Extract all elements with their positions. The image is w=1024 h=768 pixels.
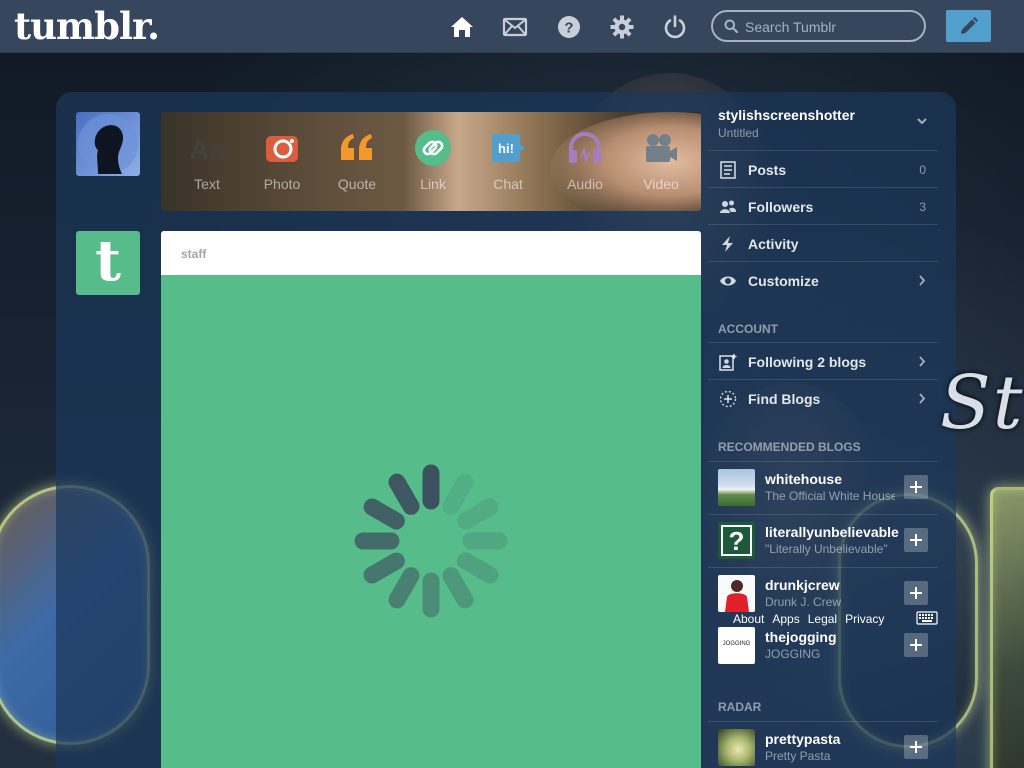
- follow-plus-button[interactable]: [904, 528, 928, 552]
- tumblr-t-logo: t: [95, 228, 121, 294]
- recommended-blog-item[interactable]: JOGGING thejogging JOGGING: [708, 620, 938, 672]
- user-avatar[interactable]: [76, 112, 140, 176]
- background-letter-r: [990, 487, 1024, 768]
- follow-plus-button[interactable]: [904, 633, 928, 657]
- recommended-section-title: RECOMMENDED BLOGS: [718, 440, 861, 454]
- silhouette-icon: [78, 114, 138, 174]
- chevron-right-icon: [919, 356, 926, 367]
- post-type-video[interactable]: Video: [623, 112, 699, 211]
- find-blogs-icon: [719, 390, 737, 408]
- svg-text:hi!: hi!: [498, 141, 514, 156]
- sidebar-item-posts[interactable]: Posts 0: [708, 150, 938, 187]
- post-type-link[interactable]: Link: [395, 112, 471, 211]
- footer-link-apps[interactable]: Apps: [772, 612, 799, 626]
- svg-text:?: ?: [729, 526, 745, 556]
- sidebar: stylishscreenshotter Untitled Posts 0 Fo…: [708, 92, 938, 768]
- tumblr-logo[interactable]: tumblr.: [14, 4, 160, 48]
- blog-name: stylishscreenshotter: [718, 107, 855, 123]
- posts-icon: [720, 161, 736, 179]
- eye-icon: [720, 276, 736, 286]
- blog-avatar: JOGGING: [718, 627, 755, 664]
- sidebar-item-customize[interactable]: Customize: [708, 261, 938, 298]
- compose-button[interactable]: [946, 10, 991, 42]
- blog-title: Untitled: [718, 126, 759, 140]
- settings-icon[interactable]: [609, 14, 635, 40]
- chevron-down-icon: [917, 118, 927, 125]
- post-type-text[interactable]: Aa Text: [169, 112, 245, 211]
- followers-icon: [720, 200, 736, 213]
- svg-text:Aa: Aa: [189, 134, 225, 165]
- text-icon: Aa: [189, 134, 225, 165]
- top-navigation: tumblr. ?: [0, 0, 1024, 53]
- blog-avatar: ?: [718, 522, 755, 559]
- radar-section-title: RADAR: [718, 700, 762, 714]
- post-type-audio[interactable]: Audio: [547, 112, 623, 211]
- post-type-chat[interactable]: hi! Chat: [470, 112, 546, 211]
- post-type-photo[interactable]: Photo: [244, 112, 320, 211]
- footer-links: About Apps Legal Privacy: [733, 612, 903, 626]
- logout-icon[interactable]: [662, 14, 688, 40]
- sidebar-item-followers[interactable]: Followers 3: [708, 187, 938, 224]
- question-mark-icon: ?: [721, 525, 752, 556]
- headphones-icon: [569, 132, 601, 164]
- post-blog-name[interactable]: staff: [181, 247, 206, 261]
- post-type-quote[interactable]: Quote: [319, 112, 395, 211]
- search-input[interactable]: [745, 17, 915, 37]
- staff-avatar[interactable]: t: [76, 231, 140, 295]
- link-icon: [415, 130, 451, 166]
- activity-icon: [722, 236, 733, 252]
- keyboard-icon[interactable]: [916, 611, 938, 625]
- footer-link-privacy[interactable]: Privacy: [845, 612, 884, 626]
- footer-link-about[interactable]: About: [733, 612, 764, 626]
- chat-icon: hi!: [492, 134, 525, 162]
- following-icon: [719, 354, 737, 371]
- post-header: staff: [161, 231, 701, 275]
- blog-avatar: [718, 469, 755, 506]
- follow-plus-button[interactable]: [904, 581, 928, 605]
- staff-post: staff: [161, 231, 701, 768]
- background-script-text: St: [940, 360, 1024, 446]
- recommended-blog-item[interactable]: ? literallyunbelievable "Literally Unbel…: [708, 514, 938, 566]
- post-type-bar: Aa Text Photo Quote Link hi! Chat Audio …: [161, 112, 701, 211]
- search-box[interactable]: [711, 10, 926, 42]
- follow-plus-button[interactable]: [904, 475, 928, 499]
- account-section-title: ACCOUNT: [718, 322, 778, 336]
- chevron-right-icon: [919, 393, 926, 404]
- sidebar-item-following[interactable]: Following 2 blogs: [708, 342, 938, 379]
- chevron-right-icon: [919, 275, 926, 286]
- person-icon: [725, 580, 749, 612]
- blog-avatar: [718, 575, 755, 612]
- quote-icon: [341, 134, 372, 160]
- search-icon: [724, 19, 738, 33]
- recommended-blog-item[interactable]: whitehouse The Official White House: [708, 461, 938, 513]
- svg-text:?: ?: [564, 20, 573, 37]
- sidebar-item-activity[interactable]: Activity: [708, 224, 938, 261]
- blog-switcher[interactable]: stylishscreenshotter Untitled: [718, 107, 938, 147]
- camera-icon: [266, 136, 298, 162]
- radar-blog-item[interactable]: prettypasta Pretty Pasta: [708, 721, 938, 768]
- help-icon[interactable]: ?: [556, 14, 582, 40]
- sidebar-item-find-blogs[interactable]: Find Blogs: [708, 379, 938, 416]
- video-camera-icon: [646, 134, 677, 162]
- blog-avatar: [718, 729, 755, 766]
- pencil-icon: [961, 17, 978, 34]
- footer-link-legal[interactable]: Legal: [808, 612, 837, 626]
- home-icon[interactable]: [449, 14, 475, 40]
- follow-plus-button[interactable]: [904, 735, 928, 759]
- inbox-icon[interactable]: [502, 14, 528, 40]
- loading-spinner-icon: [354, 464, 508, 618]
